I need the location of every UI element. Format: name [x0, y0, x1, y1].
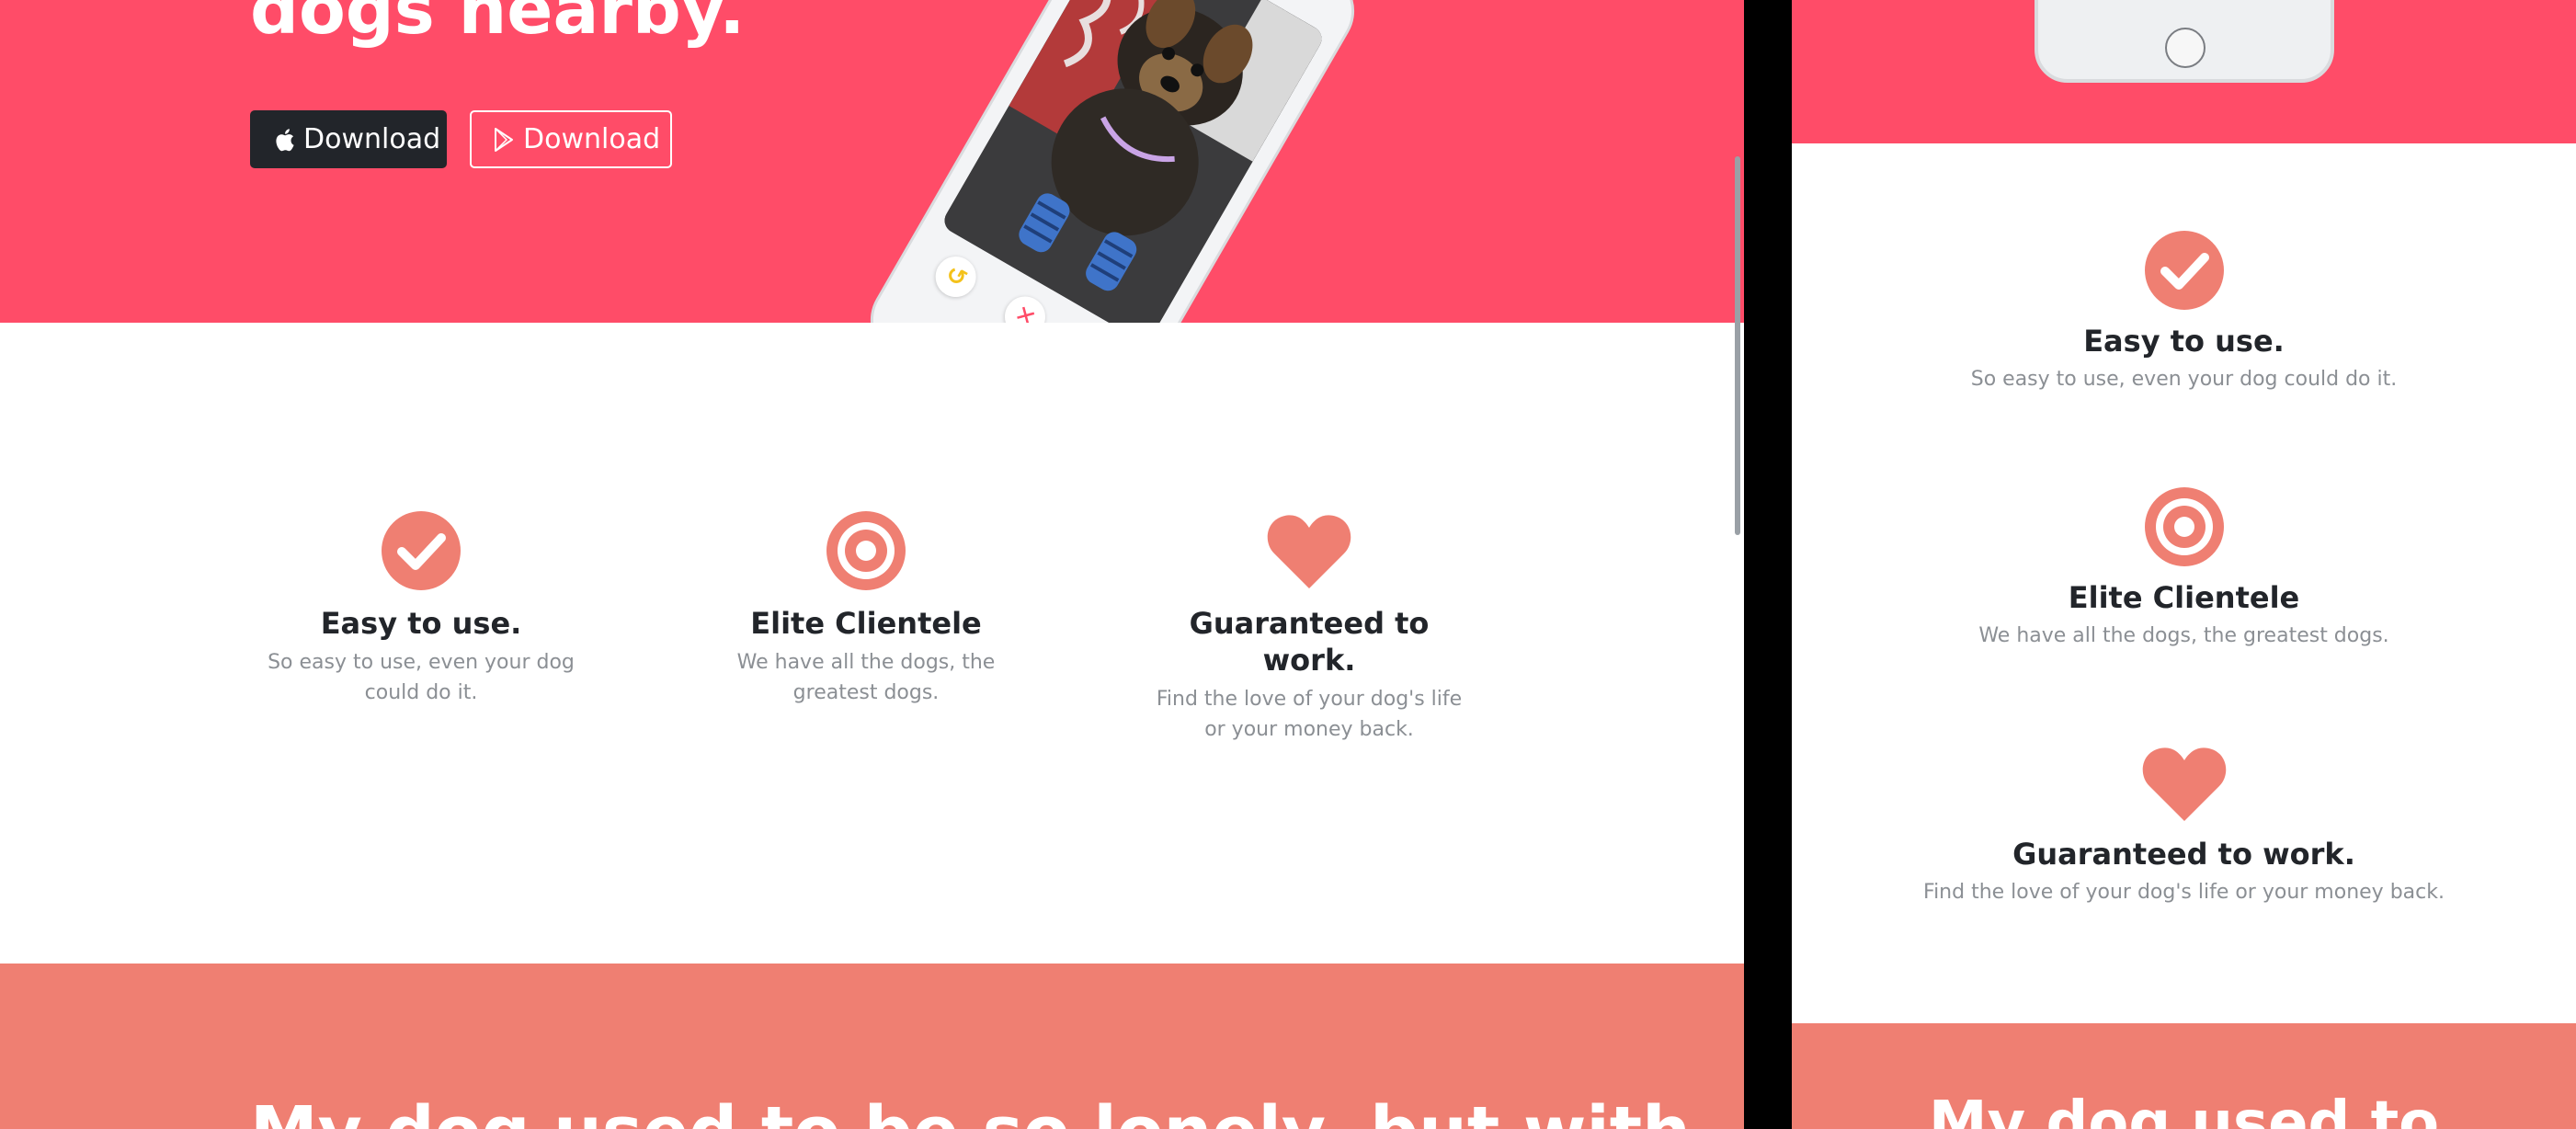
google-play-download-button[interactable]: Download [470, 110, 672, 168]
feature-easy: Easy to use. So easy to use, even your d… [265, 511, 577, 708]
desktop-viewport: dogs nearby. Download Download ↺ ✕ Easy … [0, 0, 1744, 1129]
testimonial-quote: My dog used to [1928, 1089, 2440, 1129]
apple-icon [272, 126, 296, 154]
target-icon [826, 511, 906, 590]
feature-description: We have all the dogs, the greatest dogs. [1978, 624, 2389, 647]
close-icon: ✕ [997, 289, 1054, 323]
feature-title: Guaranteed to work. [2012, 837, 2355, 872]
check-circle-icon [382, 511, 461, 590]
feature-elite: Elite Clientele We have all the dogs, th… [714, 511, 1018, 708]
google-play-button-label: Download [523, 123, 661, 155]
feature-title: Elite Clientele [750, 606, 982, 641]
feature-title: Easy to use. [320, 606, 522, 641]
undo-icon: ↺ [928, 249, 984, 305]
feature-description: So easy to use, even your dog could do i… [268, 651, 575, 704]
testimonial-section: My dog used to be so lonely, but with [0, 964, 1744, 1129]
mobile-viewport: Easy to use. So easy to use, even your d… [1792, 0, 2576, 1129]
feature-guaranteed: Guaranteed to work. Find the love of you… [1792, 744, 2576, 907]
check-circle-icon [2144, 231, 2224, 310]
heart-icon [2142, 747, 2226, 821]
feature-description: Find the love of your dog's life or your… [1923, 881, 2445, 904]
hero-section: dogs nearby. Download Download ↺ ✕ [0, 0, 1744, 323]
phone-mockup: ↺ ✕ ⚡ [855, 0, 1370, 323]
phone-mockup [2035, 0, 2334, 83]
scrollbar-thumb[interactable] [1735, 156, 1740, 535]
feature-title: Guaranteed to work. [1189, 606, 1430, 678]
mobile-testimonial-section: My dog used to [1792, 1023, 2576, 1129]
testimonial-quote: My dog used to be so lonely, but with [250, 1092, 1691, 1129]
feature-title: Easy to use. [2083, 324, 2285, 359]
home-button-icon [2165, 28, 2206, 68]
hero-title: dogs nearby. [250, 0, 746, 50]
features-section: Easy to use. So easy to use, even your d… [0, 323, 1744, 964]
google-play-icon [492, 126, 516, 154]
app-store-button-label: Download [303, 123, 441, 155]
mobile-hero-section [1792, 0, 2576, 143]
feature-title: Elite Clientele [2068, 580, 2300, 615]
feature-description: So easy to use, even your dog could do i… [1970, 368, 2398, 391]
feature-description: We have all the dogs, the greatest dogs. [736, 651, 996, 704]
target-icon [2144, 487, 2224, 566]
feature-easy: Easy to use. So easy to use, even your d… [1792, 231, 2576, 394]
feature-guaranteed: Guaranteed to work. Find the love of you… [1144, 511, 1475, 745]
mobile-features-section: Easy to use. So easy to use, even your d… [1792, 143, 2576, 1023]
app-store-download-button[interactable]: Download [250, 110, 447, 168]
feature-description: Find the love of your dog's life or your… [1156, 688, 1463, 741]
heart-icon [1267, 515, 1351, 588]
feature-elite: Elite Clientele We have all the dogs, th… [1792, 487, 2576, 651]
